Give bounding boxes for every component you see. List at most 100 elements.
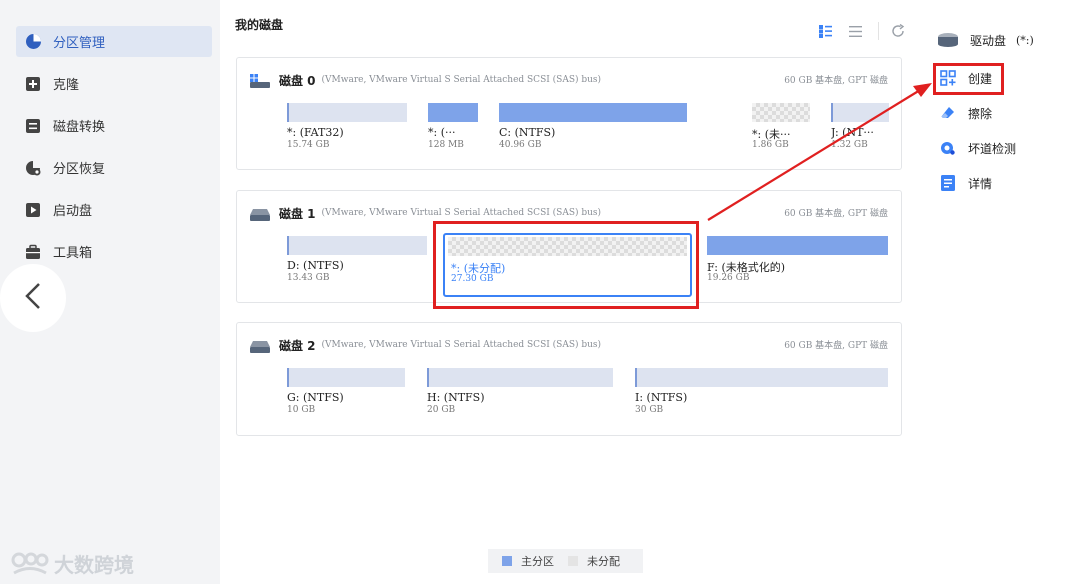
- partition-unallocated-small[interactable]: *: (未··· 1.86 GB: [752, 103, 810, 158]
- partition-bar: [499, 103, 687, 122]
- partition-fat32[interactable]: *: (FAT32) 15.74 GB: [287, 103, 407, 158]
- partition-legend: 主分区 未分配: [488, 549, 643, 573]
- sidebar-item-label: 分区恢复: [53, 162, 106, 177]
- toolbox-icon: [24, 243, 42, 261]
- clone-icon: [24, 75, 42, 93]
- sidebar-item-label: 克隆: [53, 78, 80, 93]
- sidebar: 分区管理 克隆 磁盘转换 分区恢复 启动盘 工具箱 大数跨境: [0, 0, 220, 584]
- partition-bar: [287, 368, 405, 387]
- partition-bar: [707, 236, 888, 255]
- disk-header: 磁盘 1 (VMware, VMware Virtual S Serial At…: [250, 205, 601, 221]
- sidebar-item-label: 分区管理: [53, 36, 106, 51]
- sidebar-item-boot-disk[interactable]: 启动盘: [16, 194, 212, 225]
- disk-card-0[interactable]: 磁盘 0 (VMware, VMware Virtual S Serial At…: [236, 57, 902, 170]
- sidebar-item-clone[interactable]: 克隆: [16, 68, 212, 99]
- create-button-highlight: [933, 63, 1004, 95]
- partition-label: D: (NTFS): [287, 259, 344, 272]
- drive-label: 驱动盘: [970, 33, 1007, 48]
- partition-size: 30 GB: [635, 405, 664, 415]
- partition-size: 1.32 GB: [831, 140, 868, 150]
- sidebar-item-label: 磁盘转换: [53, 120, 106, 135]
- pie-chart-icon: [24, 33, 42, 51]
- partition-128mb[interactable]: *: (··· 128 MB: [428, 103, 478, 158]
- hard-disk-icon: [250, 338, 270, 353]
- legend-label: 主分区: [521, 555, 554, 568]
- details-button[interactable]: 详情: [939, 173, 992, 193]
- surface-test-button[interactable]: 坏道检测: [939, 138, 1016, 158]
- legend-item-unallocated: 未分配: [568, 553, 620, 569]
- sidebar-item-partition-manager[interactable]: 分区管理: [16, 26, 212, 57]
- grid-view-icon[interactable]: [818, 24, 832, 38]
- refresh-icon[interactable]: [891, 24, 905, 38]
- partition-bar: [752, 103, 810, 122]
- partition-bar: [635, 368, 888, 387]
- erase-button[interactable]: 擦除: [939, 103, 992, 123]
- watermark-text: 大数跨境: [54, 553, 134, 577]
- watermark-logo-icon: [10, 551, 50, 577]
- partition-label: *: (FAT32): [287, 126, 344, 139]
- partition-bar: [428, 103, 478, 122]
- disk-description: (VMware, VMware Virtual S Serial Attache…: [321, 75, 602, 85]
- sidebar-item-partition-recovery[interactable]: 分区恢复: [16, 152, 212, 183]
- chevron-left-icon: [24, 282, 42, 314]
- eraser-icon: [939, 104, 957, 122]
- disk-size: 60 GB 基本盘, GPT 磁盘: [784, 76, 888, 86]
- partition-label: *: (···: [428, 126, 456, 139]
- partition-i[interactable]: I: (NTFS) 30 GB: [635, 368, 888, 423]
- toolbar-divider: [878, 22, 879, 40]
- partition-size: 1.86 GB: [752, 140, 789, 150]
- partition-label: G: (NTFS): [287, 391, 344, 404]
- disk-name: 磁盘 1: [279, 206, 316, 221]
- disk-description: (VMware, VMware Virtual S Serial Attache…: [321, 340, 602, 350]
- list-view-icon[interactable]: [848, 24, 862, 38]
- partition-size: 13.43 GB: [287, 273, 330, 283]
- drive-letter: (*:): [1016, 33, 1034, 47]
- partition-bar: [427, 368, 613, 387]
- watermark: 大数跨境: [10, 549, 134, 578]
- partition-label: C: (NTFS): [499, 126, 556, 139]
- partition-h[interactable]: H: (NTFS) 20 GB: [427, 368, 613, 423]
- legend-swatch: [502, 556, 512, 566]
- legend-item-primary: 主分区: [502, 553, 554, 569]
- partition-bar: [831, 103, 889, 122]
- partition-size: 40.96 GB: [499, 140, 542, 150]
- sidebar-item-label: 启动盘: [53, 204, 93, 219]
- partition-size: 20 GB: [427, 405, 456, 415]
- partition-bar: [287, 236, 427, 255]
- partition-d[interactable]: D: (NTFS) 13.43 GB: [287, 236, 427, 291]
- partition-size: 19.26 GB: [707, 273, 750, 283]
- partition-f[interactable]: F: (未格式化的) 19.26 GB: [707, 236, 888, 291]
- convert-icon: [24, 117, 42, 135]
- partition-bar: [287, 103, 407, 122]
- disk-name: 磁盘 0: [279, 73, 316, 88]
- collapse-sidebar-button[interactable]: [0, 264, 66, 332]
- sidebar-item-disk-convert[interactable]: 磁盘转换: [16, 110, 212, 141]
- disk-description: (VMware, VMware Virtual S Serial Attache…: [321, 208, 602, 218]
- partition-label: I: (NTFS): [635, 391, 688, 404]
- partition-label: J: (NT···: [831, 126, 874, 139]
- recovery-icon: [24, 159, 42, 177]
- partition-g[interactable]: G: (NTFS) 10 GB: [287, 368, 405, 423]
- selected-partition-highlight: [433, 221, 699, 309]
- sidebar-item-toolbox[interactable]: 工具箱: [16, 236, 212, 267]
- drive-icon: [937, 31, 959, 49]
- partition-c[interactable]: C: (NTFS) 40.96 GB: [499, 103, 687, 158]
- disk-card-2[interactable]: 磁盘 2 (VMware, VMware Virtual S Serial At…: [236, 322, 902, 436]
- partition-size: 10 GB: [287, 405, 316, 415]
- disk-size: 60 GB 基本盘, GPT 磁盘: [784, 209, 888, 219]
- selected-drive-info: 驱动盘 (*:): [937, 30, 1034, 50]
- disk-header: 磁盘 2 (VMware, VMware Virtual S Serial At…: [250, 337, 601, 353]
- disk-header: 磁盘 0 (VMware, VMware Virtual S Serial At…: [250, 72, 601, 88]
- disk-size: 60 GB 基本盘, GPT 磁盘: [784, 341, 888, 351]
- partition-label: H: (NTFS): [427, 391, 485, 404]
- hard-disk-icon: [250, 206, 270, 221]
- sidebar-item-label: 工具箱: [53, 246, 93, 261]
- action-label: 详情: [968, 176, 993, 191]
- disk-name: 磁盘 2: [279, 338, 316, 353]
- action-label: 擦除: [968, 106, 993, 121]
- legend-swatch: [568, 556, 578, 566]
- partition-size: 128 MB: [428, 140, 464, 150]
- partition-j[interactable]: J: (NT··· 1.32 GB: [831, 103, 889, 158]
- partition-size: 15.74 GB: [287, 140, 330, 150]
- details-icon: [939, 174, 957, 192]
